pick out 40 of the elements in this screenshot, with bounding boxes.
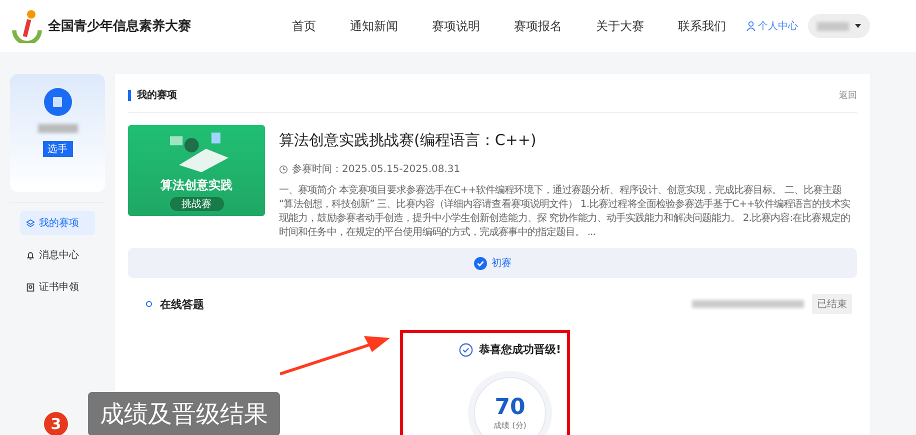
bell-icon bbox=[26, 250, 35, 260]
competition-time: 参赛时间：2025.05.15-2025.08.31 bbox=[292, 162, 460, 176]
certificate-icon bbox=[26, 282, 35, 292]
competition-title: 算法创意实践挑战赛(编程语言：C++) bbox=[279, 131, 538, 150]
avatar bbox=[44, 88, 72, 116]
sidebar-item[interactable]: 消息中心 bbox=[20, 243, 95, 267]
task-name: 在线答题 bbox=[160, 296, 205, 312]
check-circle-icon bbox=[474, 256, 486, 270]
role-badge: 选手 bbox=[42, 141, 72, 157]
user-center-link[interactable]: 个人中心 bbox=[746, 19, 798, 33]
nav-link[interactable]: 赛项说明 bbox=[432, 14, 480, 38]
banner-title: 算法创意实践 bbox=[160, 177, 232, 194]
promotion-message: 恭喜您成功晋级! bbox=[478, 342, 562, 357]
blurred-username bbox=[38, 124, 78, 133]
score-value: 70 bbox=[494, 395, 526, 420]
section-title: 我的赛项 bbox=[137, 88, 178, 102]
nav-link[interactable]: 联系我们 bbox=[678, 14, 726, 38]
callout-label: 成绩及晋级结果 bbox=[88, 392, 280, 435]
user-menu-button[interactable] bbox=[808, 14, 870, 38]
sidebar-item[interactable]: 证书申领 bbox=[20, 275, 95, 299]
back-link[interactable]: 返回 bbox=[839, 88, 857, 102]
nav-link[interactable]: 通知新闻 bbox=[350, 14, 398, 38]
step-number: 3 bbox=[44, 412, 68, 435]
nav-link[interactable]: 关于大赛 bbox=[596, 14, 644, 38]
score-label: 成绩 (分) bbox=[494, 420, 526, 431]
user-icon bbox=[746, 21, 756, 31]
task-dot-icon bbox=[146, 301, 152, 307]
check-circle-icon bbox=[458, 342, 473, 356]
sidebar-item[interactable]: 我的赛项 bbox=[20, 211, 95, 235]
caret-icon bbox=[855, 24, 861, 28]
nav-link[interactable]: 首页 bbox=[292, 14, 316, 38]
banner-badge: 挑战赛 bbox=[170, 197, 224, 211]
layers-icon bbox=[26, 218, 35, 228]
site-title: 全国青少年信息素养大赛 bbox=[48, 18, 191, 35]
status-badge: 已结束 bbox=[812, 294, 852, 314]
logo-icon bbox=[10, 9, 44, 43]
clock-icon bbox=[279, 164, 288, 174]
competition-description: 一、赛项简介 本竞赛项目要求参赛选手在C++软件编程环境下，通过赛题分析、程序设计、创意实现，完成比赛目标。 二、比赛主题 “算法创想，科技创新” 三、比赛内容（详细内容请查看赛项说明文件） 1.比赛过程将全面检验参赛选手基于C++软件编程语言的技术实现能力，鼓励参赛者动手创造，提升中小学生创新创造能力、探 究协作能力、动手实践能力和解决问题能力。 2.比赛内容:在比赛规定的时间和任务中，在规定的平台使用编码的方式，完成赛事中的指定题目。 ... bbox=[279, 184, 852, 240]
nav-link[interactable]: 赛项报名 bbox=[514, 14, 562, 38]
stage-tab[interactable]: 初赛 bbox=[474, 256, 512, 270]
